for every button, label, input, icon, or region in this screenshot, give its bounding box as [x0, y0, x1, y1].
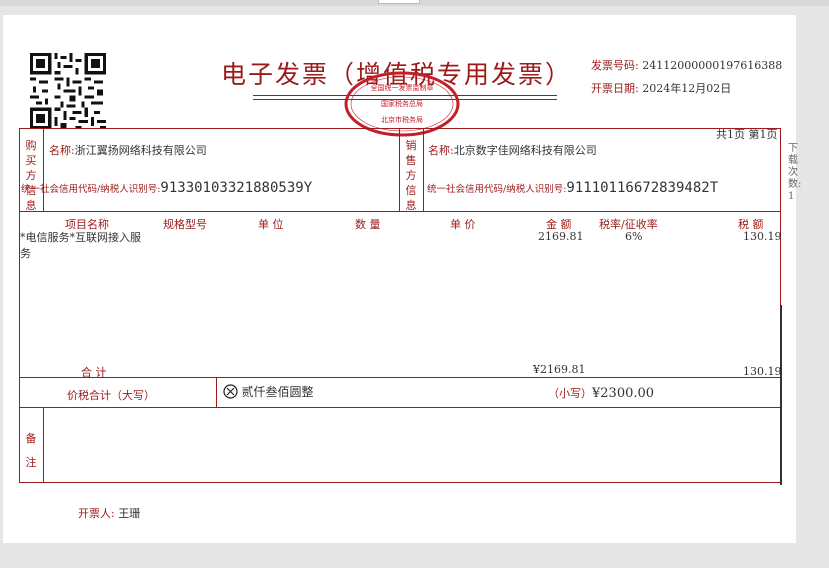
invoice-number: 发票号码: 24112000000197616388: [591, 57, 782, 73]
scrollbar-thumb[interactable]: [780, 305, 782, 485]
buyer-tax-label: 统一社会信用代码/纳税人识别号:: [21, 184, 161, 195]
items-bottom-border: [19, 377, 781, 378]
grand-total-label: 价税合计（大写）: [67, 389, 155, 402]
grand-total-small-value: ¥2300.00: [592, 386, 655, 401]
table-left-border: [19, 128, 20, 483]
item-rate: 6%: [625, 230, 643, 243]
invoice-date-label: 开票日期:: [591, 82, 639, 95]
issuer-name: 王珊: [118, 507, 141, 520]
invoice-number-value: 24112000000197616388: [642, 59, 783, 72]
seller-tax-id: 统一社会信用代码/纳税人识别号:91110116672839482T: [427, 180, 718, 196]
seller-name: 名称:北京数字佳网络科技有限公司: [428, 142, 597, 158]
col-header-unit: 单 位: [258, 218, 284, 231]
seal-middle-text: 国家税务总局: [381, 99, 423, 108]
col-header-price: 单 价: [450, 218, 476, 231]
invoice-date-value: 2024年12月02日: [642, 82, 732, 95]
buyer-tax-value: 91330103321880539Y: [160, 180, 313, 196]
totals-amount: ¥2169.81: [533, 363, 586, 376]
total-words-divider: [216, 377, 217, 408]
seal-top-text: 全国统一发票监制章: [371, 83, 434, 92]
invoice-date: 开票日期: 2024年12月02日: [591, 80, 731, 96]
issuer-label: 开票人:: [78, 507, 115, 520]
col-header-qty: 数 量: [355, 218, 381, 231]
buyer-name-label: 名称:: [49, 144, 75, 157]
seller-label-divider: [423, 128, 424, 212]
circle-x-icon: [223, 384, 238, 399]
buyer-section-label: 购买方信息: [25, 139, 37, 212]
table-top-border: [19, 128, 781, 129]
buyer-name: 名称:浙江翼扬网络科技有限公司: [49, 142, 207, 158]
party-bottom-border: [19, 211, 781, 212]
total-bottom-border: [19, 407, 781, 408]
download-count-note: 下载次数: 1: [788, 143, 802, 202]
seller-tax-value: 91110116672839482T: [566, 180, 719, 196]
col-header-spec: 规格型号: [163, 218, 207, 231]
item-amount: 2169.81: [538, 230, 584, 243]
invoice-number-label: 发票号码:: [591, 59, 639, 72]
grand-total-words-value: 贰仟叁佰圆整: [241, 385, 314, 399]
viewer-toolbar: [0, 0, 829, 6]
grand-total-small-label: （小写）: [548, 387, 592, 400]
buyer-tax-id: 统一社会信用代码/纳税人识别号:91330103321880539Y: [21, 180, 312, 196]
seal-bottom-text: 北京市税务局: [381, 115, 423, 124]
qr-code: [30, 53, 106, 129]
table-bottom-border: [19, 482, 781, 483]
item-tax: 130.19: [743, 230, 782, 243]
issuer: 开票人: 王珊: [78, 505, 140, 521]
totals-tax: 130.19: [743, 365, 782, 378]
remarks-label-divider: [43, 407, 44, 483]
party-divider: [399, 128, 400, 212]
item-name-line2: 务: [20, 247, 31, 260]
remarks-label: 备注: [25, 432, 37, 469]
buyer-label-divider: [43, 128, 44, 212]
seller-tax-label: 统一社会信用代码/纳税人识别号:: [427, 184, 567, 195]
buyer-name-value: 浙江翼扬网络科技有限公司: [74, 144, 207, 157]
seller-name-label: 名称:: [428, 144, 454, 157]
invoice-page: 电子发票（增值税专用发票） 全国统一发票监制章 国家税务总局 北京市税务局 发票…: [3, 15, 801, 543]
seller-section-label: 销售方信息: [405, 139, 417, 212]
totals-label: 合 计: [81, 366, 107, 379]
toolbar-tab-handle[interactable]: [378, 0, 420, 4]
grand-total-words: 贰仟叁佰圆整: [223, 383, 314, 400]
item-name-line1: *电信服务*互联网接入服: [20, 231, 141, 244]
grand-total-small: （小写）¥2300.00: [548, 385, 654, 401]
seller-name-value: 北京数字佳网络科技有限公司: [453, 144, 597, 157]
